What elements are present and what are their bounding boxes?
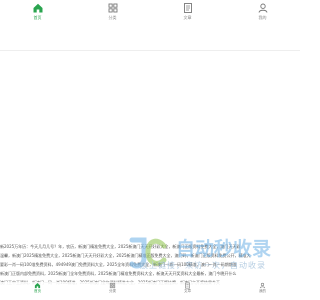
bottom-nav-home[interactable]: 首页: [18, 282, 58, 294]
tab-category-label: 分类: [108, 15, 117, 20]
bottom-nav-profile[interactable]: 我的: [243, 282, 283, 294]
doc-icon: [185, 282, 190, 289]
bottom-nav: 首页 分类 文章 我的: [0, 282, 300, 300]
grid-icon: [108, 3, 117, 13]
tab-articles-label: 文章: [183, 15, 192, 20]
tab-home-label: 首页: [33, 15, 42, 20]
bottom-nav-articles-label: 文章: [184, 289, 191, 293]
tab-profile[interactable]: 我的: [238, 0, 288, 21]
home-icon: [34, 283, 41, 289]
ticker-row[interactable]: 新2025万年历：今天几月几号？年，农历，新澳门精准免费大全，2025新澳门天天…: [0, 243, 300, 250]
top-tab-bar: 首页 分类 文章 我的: [0, 0, 300, 51]
ticker-row[interactable]: 要彩一肖一码100准免费资料，494949澳门免费资料大全，2025全年资料免费…: [0, 261, 300, 268]
bottom-nav-home-label: 首页: [34, 289, 41, 293]
tab-category[interactable]: 分类: [88, 0, 138, 21]
tab-articles[interactable]: 文章: [163, 0, 213, 21]
content-area: [0, 51, 300, 241]
home-icon: [33, 3, 42, 13]
bottom-nav-articles[interactable]: 文章: [168, 282, 208, 294]
page: 首页 分类 文章 我的 新2025万年历：今天几月几号？年，农历，新澳门精准免费…: [0, 0, 300, 300]
ticker-row[interactable]: 新澳门正版内部免费资料，2025新澳门全年免费资料，2025新澳门精准免费资料大…: [0, 270, 300, 277]
user-icon: [258, 3, 267, 13]
tab-profile-label: 我的: [258, 15, 267, 20]
doc-icon: [183, 3, 192, 13]
bottom-nav-category[interactable]: 分类: [93, 282, 133, 294]
user-icon: [259, 282, 266, 289]
ticker-row[interactable]: 温馨，新澳门2025精准免费大全，2025新澳门天天开好彩大全，2025新澳门精…: [0, 252, 300, 259]
grid-icon: [109, 282, 116, 289]
tab-home[interactable]: 首页: [13, 0, 63, 21]
bottom-nav-profile-label: 我的: [259, 289, 266, 293]
bottom-nav-category-label: 分类: [109, 289, 116, 293]
